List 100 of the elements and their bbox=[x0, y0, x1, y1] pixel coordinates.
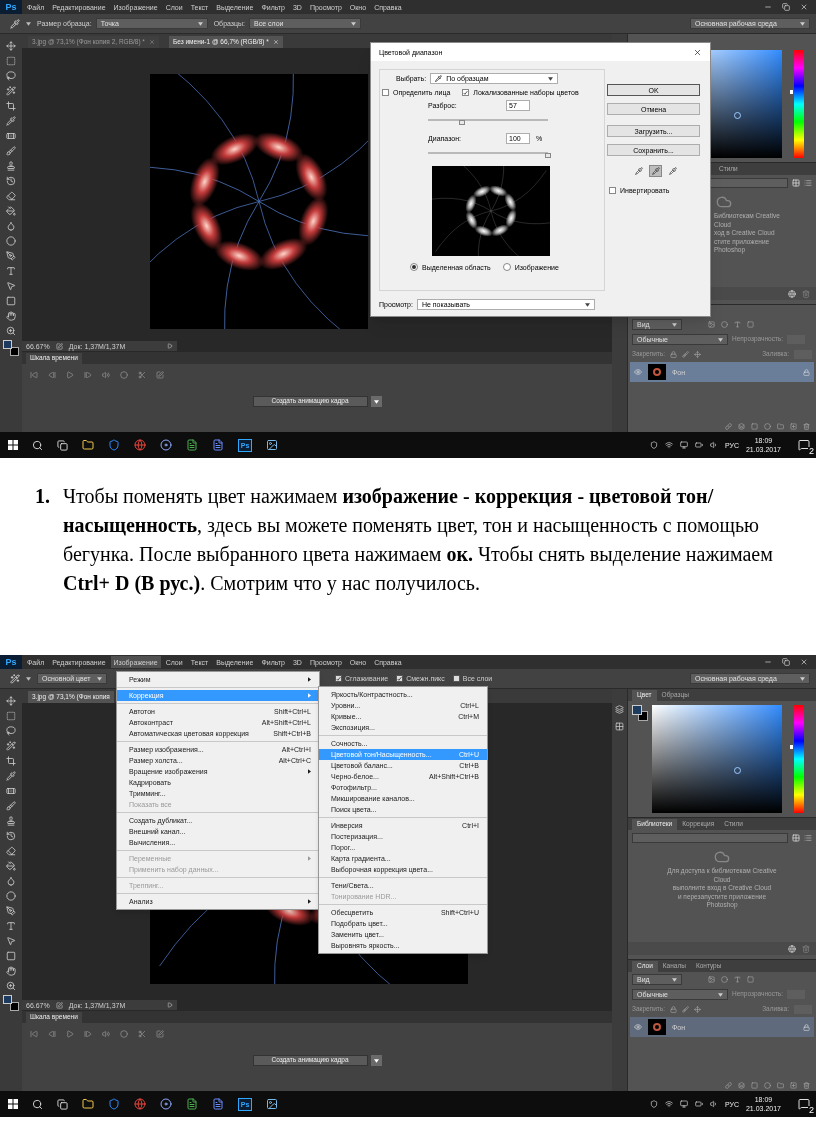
grid-view-icon[interactable] bbox=[792, 179, 800, 187]
visibility-icon[interactable] bbox=[634, 1023, 642, 1031]
foreground-color-swatch[interactable] bbox=[632, 705, 642, 715]
image-filter-icon[interactable] bbox=[708, 976, 715, 983]
radio-button[interactable] bbox=[410, 263, 418, 271]
marquee-icon[interactable] bbox=[6, 710, 16, 721]
slider-thumb[interactable] bbox=[458, 120, 465, 125]
list-view-icon[interactable] bbox=[804, 834, 812, 842]
type-filter-icon[interactable] bbox=[734, 976, 741, 983]
brush-icon[interactable] bbox=[6, 800, 16, 811]
new-layer-icon[interactable] bbox=[790, 422, 797, 430]
lasso-icon[interactable] bbox=[6, 70, 16, 81]
checkbox[interactable] bbox=[609, 187, 616, 194]
checkbox[interactable] bbox=[396, 675, 404, 682]
eyedropper-icon[interactable] bbox=[10, 18, 20, 29]
bandage-icon[interactable] bbox=[6, 130, 16, 141]
foreground-color-swatch[interactable] bbox=[3, 995, 12, 1004]
hue-slider-thumb[interactable] bbox=[790, 90, 793, 95]
grid-view-icon[interactable] bbox=[792, 834, 800, 842]
circle-icon[interactable] bbox=[6, 235, 16, 246]
history-brush-icon[interactable] bbox=[6, 175, 16, 186]
notifications-icon[interactable] bbox=[798, 439, 810, 451]
rectangle-icon[interactable] bbox=[6, 295, 16, 306]
task-view-icon[interactable] bbox=[57, 1098, 68, 1110]
shield-icon[interactable] bbox=[108, 1098, 120, 1110]
eyedropper-icon[interactable] bbox=[6, 115, 16, 126]
radio-button[interactable] bbox=[502, 263, 511, 271]
close-icon[interactable] bbox=[272, 39, 279, 45]
folder-icon[interactable] bbox=[82, 439, 94, 451]
document-icon[interactable] bbox=[212, 1098, 224, 1110]
checkbox[interactable] bbox=[452, 675, 460, 682]
magic-wand-icon[interactable] bbox=[10, 673, 20, 684]
audio-icon[interactable] bbox=[102, 371, 110, 379]
scissors-icon[interactable] bbox=[138, 1030, 146, 1038]
eyedropper-icon[interactable] bbox=[6, 770, 16, 781]
shield-icon[interactable] bbox=[108, 439, 120, 451]
disc-icon[interactable] bbox=[160, 1098, 172, 1110]
pen-icon[interactable] bbox=[6, 905, 16, 916]
image-filter-icon[interactable] bbox=[708, 321, 715, 328]
foreground-color-swatch[interactable] bbox=[3, 340, 12, 349]
bandage-icon[interactable] bbox=[6, 785, 16, 796]
restore-icon[interactable] bbox=[782, 3, 790, 11]
spreadsheet-icon[interactable] bbox=[186, 439, 198, 451]
move-icon[interactable] bbox=[693, 1006, 701, 1013]
eyedropper-button[interactable] bbox=[666, 165, 679, 177]
color-field[interactable] bbox=[652, 705, 782, 813]
hand-icon[interactable] bbox=[6, 965, 16, 976]
circle-icon[interactable] bbox=[6, 890, 16, 901]
type-filter-icon[interactable] bbox=[734, 321, 741, 328]
move-icon[interactable] bbox=[693, 351, 701, 358]
eraser-icon[interactable] bbox=[6, 845, 16, 856]
dropdown-button[interactable] bbox=[370, 1055, 382, 1066]
zoom-icon[interactable] bbox=[6, 325, 16, 336]
checkbox[interactable] bbox=[462, 89, 470, 96]
crop-icon[interactable] bbox=[6, 100, 16, 111]
pointer-icon[interactable] bbox=[6, 280, 16, 291]
paint-bucket-icon[interactable] bbox=[6, 860, 16, 871]
droplet-icon[interactable] bbox=[6, 875, 16, 886]
trash-icon[interactable] bbox=[803, 422, 810, 430]
photo-viewer-icon[interactable] bbox=[266, 1098, 278, 1110]
rectangle-icon[interactable] bbox=[6, 950, 16, 961]
play-icon[interactable] bbox=[66, 1030, 74, 1038]
new-layer-icon[interactable] bbox=[790, 1081, 797, 1089]
magic-wand-icon[interactable] bbox=[6, 740, 16, 751]
move-icon[interactable] bbox=[6, 40, 16, 51]
background-color-swatch[interactable] bbox=[10, 347, 19, 356]
history-brush-icon[interactable] bbox=[6, 830, 16, 841]
windows-logo-icon[interactable] bbox=[8, 1099, 18, 1109]
search-icon[interactable] bbox=[32, 439, 43, 451]
browser-icon[interactable] bbox=[134, 1098, 146, 1110]
stamp-icon[interactable] bbox=[6, 815, 16, 826]
eraser-icon[interactable] bbox=[6, 190, 16, 201]
close-icon[interactable] bbox=[800, 658, 808, 666]
droplet-icon[interactable] bbox=[6, 220, 16, 231]
task-view-icon[interactable] bbox=[57, 439, 68, 451]
paint-bucket-icon[interactable] bbox=[6, 205, 16, 216]
close-icon[interactable] bbox=[693, 47, 702, 57]
scissors-icon[interactable] bbox=[138, 371, 146, 379]
brush-icon[interactable] bbox=[6, 145, 16, 156]
notifications-icon[interactable] bbox=[798, 1098, 810, 1110]
dropdown-button[interactable] bbox=[370, 396, 382, 407]
list-view-icon[interactable] bbox=[804, 179, 812, 187]
type-icon[interactable] bbox=[6, 920, 16, 931]
background-color-swatch[interactable] bbox=[10, 1002, 19, 1011]
checkbox[interactable] bbox=[335, 675, 342, 682]
document-icon[interactable] bbox=[212, 439, 224, 451]
browser-icon[interactable] bbox=[134, 439, 146, 451]
marquee-icon[interactable] bbox=[6, 55, 16, 66]
spreadsheet-icon[interactable] bbox=[186, 1098, 198, 1110]
magic-wand-icon[interactable] bbox=[6, 85, 16, 96]
slider-thumb[interactable] bbox=[545, 153, 551, 158]
checkbox[interactable] bbox=[382, 89, 389, 96]
folder-icon[interactable] bbox=[82, 1098, 94, 1110]
zoom-icon[interactable] bbox=[6, 980, 16, 991]
restore-icon[interactable] bbox=[782, 658, 790, 666]
windows-logo-icon[interactable] bbox=[8, 440, 18, 450]
trash-icon[interactable] bbox=[803, 1081, 810, 1089]
play-icon[interactable] bbox=[66, 371, 74, 379]
hue-slider-thumb[interactable] bbox=[790, 745, 793, 750]
eyedropper-button[interactable] bbox=[649, 165, 662, 177]
